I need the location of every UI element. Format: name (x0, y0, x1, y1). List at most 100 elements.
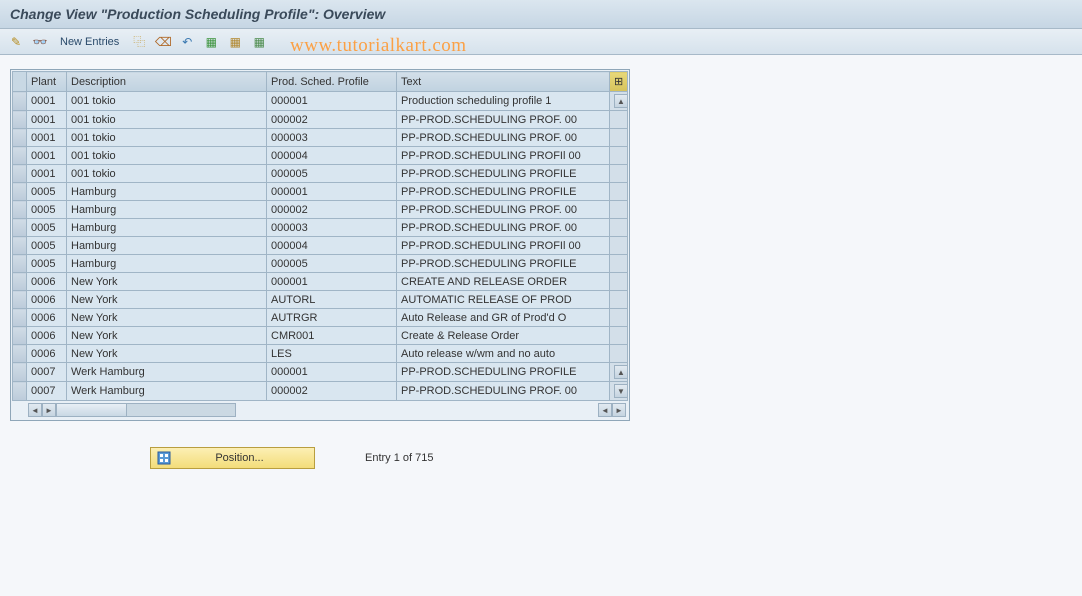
cell-description[interactable]: New York (67, 273, 267, 291)
cell-description[interactable]: 001 tokio (67, 165, 267, 183)
v-scroll-cell[interactable] (610, 345, 628, 363)
cell-description[interactable]: 001 tokio (67, 147, 267, 165)
cell-profile[interactable]: 000001 (267, 92, 397, 111)
cell-profile[interactable]: 000002 (267, 111, 397, 129)
v-scroll-cell[interactable]: ▲ (610, 363, 628, 382)
cell-plant[interactable]: 0005 (27, 219, 67, 237)
select-block-icon[interactable]: ▦ (225, 32, 245, 52)
col-description[interactable]: Description (67, 72, 267, 92)
row-selector[interactable] (13, 255, 27, 273)
cell-text[interactable]: AUTOMATIC RELEASE OF PROD (397, 291, 610, 309)
cell-profile[interactable]: 000001 (267, 273, 397, 291)
cell-text[interactable]: PP-PROD.SCHEDULING PROFILE (397, 165, 610, 183)
cell-plant[interactable]: 0001 (27, 147, 67, 165)
v-scroll-cell[interactable] (610, 147, 628, 165)
row-selector[interactable] (13, 327, 27, 345)
cell-text[interactable]: Production scheduling profile 1 (397, 92, 610, 111)
cell-text[interactable]: PP-PROD.SCHEDULING PROFIl 00 (397, 237, 610, 255)
row-selector[interactable] (13, 129, 27, 147)
h-scroll-left-arrow-2[interactable]: ◄ (598, 403, 612, 417)
v-scroll-down-arrow[interactable]: ▼ (614, 384, 628, 398)
col-plant[interactable]: Plant (27, 72, 67, 92)
row-selector[interactable] (13, 92, 27, 111)
cell-plant[interactable]: 0005 (27, 255, 67, 273)
cell-text[interactable]: PP-PROD.SCHEDULING PROF. 00 (397, 219, 610, 237)
cell-plant[interactable]: 0006 (27, 345, 67, 363)
cell-description[interactable]: New York (67, 345, 267, 363)
cell-description[interactable]: 001 tokio (67, 111, 267, 129)
h-scroll-right-arrow[interactable]: ► (42, 403, 56, 417)
cell-description[interactable]: Hamburg (67, 219, 267, 237)
row-selector[interactable] (13, 309, 27, 327)
cell-profile[interactable]: 000002 (267, 201, 397, 219)
cell-plant[interactable]: 0005 (27, 237, 67, 255)
cell-profile[interactable]: AUTRGR (267, 309, 397, 327)
cell-description[interactable]: Hamburg (67, 201, 267, 219)
cell-description[interactable]: 001 tokio (67, 129, 267, 147)
cell-text[interactable]: Create & Release Order (397, 327, 610, 345)
cell-profile[interactable]: CMR001 (267, 327, 397, 345)
v-scroll-cell[interactable] (610, 129, 628, 147)
v-scroll-cell[interactable] (610, 165, 628, 183)
cell-text[interactable]: PP-PROD.SCHEDULING PROF. 00 (397, 201, 610, 219)
row-selector[interactable] (13, 363, 27, 382)
h-scroll-left-arrow[interactable]: ◄ (28, 403, 42, 417)
cell-text[interactable]: Auto release w/wm and no auto (397, 345, 610, 363)
select-all-header[interactable] (13, 72, 27, 92)
row-selector[interactable] (13, 382, 27, 401)
cell-text[interactable]: PP-PROD.SCHEDULING PROFIl 00 (397, 147, 610, 165)
row-selector[interactable] (13, 219, 27, 237)
h-scroll-right-arrow-2[interactable]: ► (612, 403, 626, 417)
row-selector[interactable] (13, 201, 27, 219)
cell-plant[interactable]: 0007 (27, 363, 67, 382)
v-scroll-cell[interactable]: ▼ (610, 382, 628, 401)
v-scroll-cell[interactable] (610, 183, 628, 201)
cell-profile[interactable]: 000003 (267, 129, 397, 147)
v-scroll-cell[interactable] (610, 219, 628, 237)
cell-profile[interactable]: 000004 (267, 237, 397, 255)
position-button[interactable]: Position... (150, 447, 315, 469)
cell-plant[interactable]: 0007 (27, 382, 67, 401)
h-scroll-track[interactable] (56, 403, 236, 417)
cell-profile[interactable]: 000002 (267, 382, 397, 401)
v-scroll-cell[interactable]: ▲ (610, 92, 628, 111)
cell-description[interactable]: Hamburg (67, 237, 267, 255)
delete-icon[interactable]: ⌫ (153, 32, 173, 52)
v-scroll-cell[interactable] (610, 309, 628, 327)
v-scroll-cell[interactable] (610, 273, 628, 291)
row-selector[interactable] (13, 165, 27, 183)
row-selector[interactable] (13, 237, 27, 255)
cell-text[interactable]: PP-PROD.SCHEDULING PROFILE (397, 255, 610, 273)
cell-plant[interactable]: 0001 (27, 111, 67, 129)
new-entries-button[interactable]: New Entries (54, 32, 125, 52)
deselect-all-icon[interactable]: ▦ (249, 32, 269, 52)
cell-profile[interactable]: 000005 (267, 255, 397, 273)
cell-profile[interactable]: AUTORL (267, 291, 397, 309)
v-scroll-cell[interactable] (610, 201, 628, 219)
cell-text[interactable]: Auto Release and GR of Prod'd O (397, 309, 610, 327)
row-selector[interactable] (13, 183, 27, 201)
cell-plant[interactable]: 0006 (27, 291, 67, 309)
cell-plant[interactable]: 0005 (27, 183, 67, 201)
v-scroll-cell[interactable] (610, 255, 628, 273)
cell-description[interactable]: New York (67, 291, 267, 309)
v-scroll-cell[interactable] (610, 237, 628, 255)
cell-plant[interactable]: 0001 (27, 165, 67, 183)
cell-plant[interactable]: 0006 (27, 309, 67, 327)
col-text[interactable]: Text (397, 72, 610, 92)
cell-description[interactable]: New York (67, 309, 267, 327)
cell-description[interactable]: New York (67, 327, 267, 345)
v-scroll-cell[interactable] (610, 327, 628, 345)
cell-text[interactable]: PP-PROD.SCHEDULING PROF. 00 (397, 129, 610, 147)
v-scroll-cell[interactable] (610, 111, 628, 129)
cell-text[interactable]: PP-PROD.SCHEDULING PROF. 00 (397, 111, 610, 129)
v-scroll-up-arrow-2[interactable]: ▲ (614, 365, 628, 379)
v-scroll-up-arrow[interactable]: ▲ (614, 94, 628, 108)
row-selector[interactable] (13, 111, 27, 129)
cell-profile[interactable]: 000001 (267, 183, 397, 201)
cell-profile[interactable]: 000003 (267, 219, 397, 237)
v-scroll-cell[interactable] (610, 291, 628, 309)
cell-description[interactable]: 001 tokio (67, 92, 267, 111)
row-selector[interactable] (13, 273, 27, 291)
cell-profile[interactable]: LES (267, 345, 397, 363)
